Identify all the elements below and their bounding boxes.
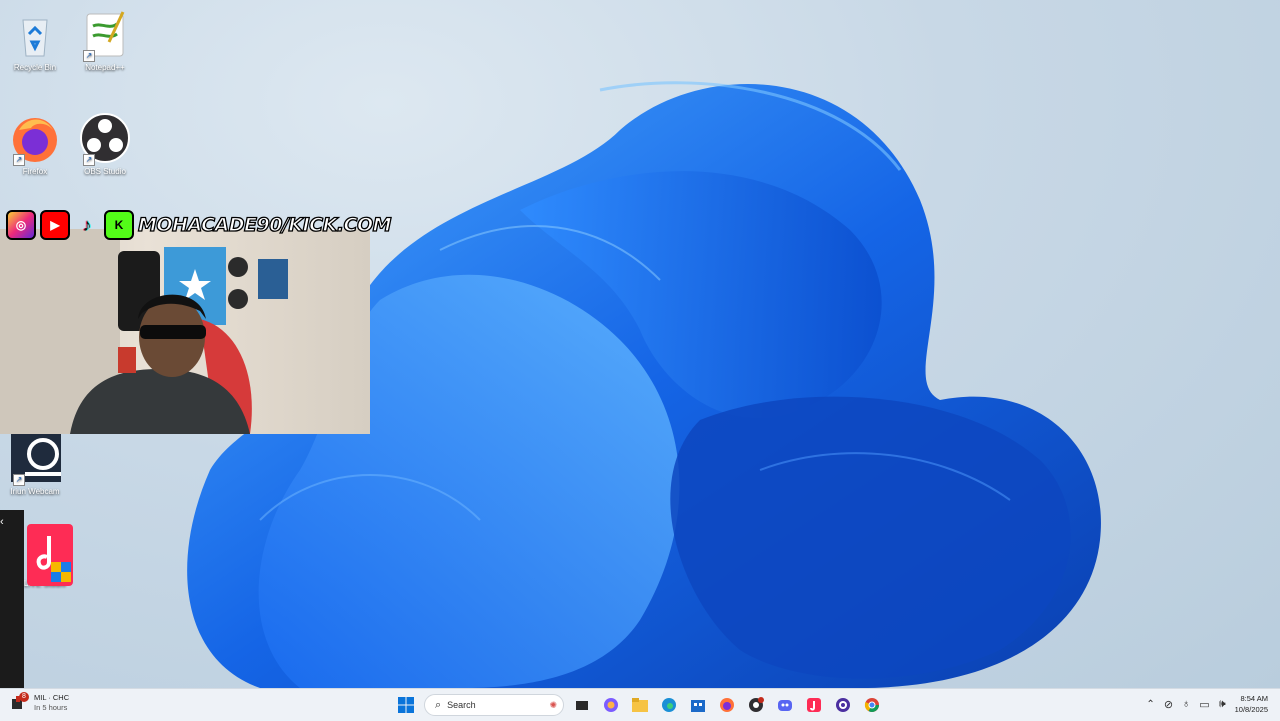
webcam-feed [0, 229, 370, 434]
clock-time: 8:54 AM [1240, 694, 1268, 703]
taskbar-search[interactable]: ⌕ Search ✺ [424, 694, 564, 716]
desktop-icon-label: Firefox [22, 167, 48, 176]
desktop-icon-firefox[interactable]: ↗ Firefox [0, 112, 70, 176]
search-icon: ⌕ [435, 698, 442, 711]
notification-badge: 8 [19, 692, 29, 702]
obs-taskbar-icon-2[interactable] [832, 694, 854, 716]
desktop-icon-notepad-plus-plus[interactable]: ↗ Notepad++ [70, 8, 140, 72]
clock[interactable]: 8:54 AM 10/8/2025 [1235, 693, 1268, 715]
task-view-icon[interactable] [571, 694, 593, 716]
desktop-icon-recycle-bin[interactable]: Recycle Bin [0, 8, 70, 72]
file-explorer-icon[interactable] [629, 694, 651, 716]
edge-icon[interactable] [658, 694, 680, 716]
collapsed-side-panel[interactable]: ‹ [0, 510, 24, 688]
windows-start-icon[interactable] [395, 694, 417, 716]
shortcut-arrow-icon: ↗ [13, 154, 25, 166]
weather-subtext: In 5 hours [34, 703, 68, 712]
social-banner: ◎ ▶ ♪ K MOHACADE90/KICK.COM [6, 210, 392, 240]
weather-widget[interactable]: 8 MIL · CHC In 5 hours [10, 692, 70, 713]
stream-handle: MOHACADE90/KICK.COM [137, 213, 392, 236]
firefox-taskbar-icon[interactable] [716, 694, 738, 716]
desktop-icon-iriun-webcam[interactable]: ↗ Iriun Webcam [0, 432, 75, 496]
search-highlight-icon: ✺ [549, 699, 557, 710]
shortcut-arrow-icon: ↗ [13, 474, 25, 486]
discord-icon[interactable] [774, 694, 796, 716]
microphone-icon[interactable]: ♁ [1182, 698, 1190, 710]
weather-icon: 8 [10, 692, 29, 712]
desktop-icon-obs-studio[interactable]: ↗ OBS Studio [70, 112, 140, 176]
tiktok-live-studio-taskbar-icon[interactable] [803, 694, 825, 716]
desktop-icon-label: Recycle Bin [13, 63, 57, 72]
chevron-up-icon[interactable]: ⌃ [1146, 699, 1154, 710]
shortcut-arrow-icon: ↗ [83, 154, 95, 166]
webcam-image [0, 229, 288, 434]
webcam-overlay: ◎ ▶ ♪ K MOHACADE90/KICK.COM [0, 207, 392, 434]
desktop-icon-label: OBS Studio [84, 167, 126, 176]
tiktok-icon: ♪ [82, 214, 92, 235]
search-placeholder: Search [447, 700, 476, 710]
display-icon[interactable]: ▭ [1199, 698, 1209, 711]
desktop-icon-label: Notepad++ [85, 63, 125, 72]
instagram-icon: ◎ [6, 210, 36, 240]
taskbar: 8 MIL · CHC In 5 hours ⌕ Search ✺ ⌃ ⊘ ♁ … [0, 688, 1280, 721]
recycle-bin-icon [22, 19, 48, 57]
taskbar-center: ⌕ Search ✺ [395, 694, 883, 716]
shortcut-arrow-icon: ↗ [83, 50, 95, 62]
microsoft-store-icon[interactable] [687, 694, 709, 716]
weather-headline: MIL · CHC [34, 693, 70, 702]
system-tray: ⌃ ⊘ ♁ ▭ 🕪 8:54 AM 10/8/2025 [1146, 693, 1268, 715]
copilot-icon[interactable] [600, 694, 622, 716]
network-icon[interactable]: ⊘ [1164, 698, 1173, 711]
desktop-icon-label: Iriun Webcam [10, 487, 60, 496]
obs-studio-taskbar-icon[interactable] [745, 694, 767, 716]
youtube-icon: ▶ [40, 210, 70, 240]
clock-date: 10/8/2025 [1234, 705, 1268, 714]
chrome-icon[interactable] [861, 694, 883, 716]
volume-icon[interactable]: 🕪 [1219, 698, 1226, 711]
kick-icon: K [104, 210, 134, 240]
tiktok-live-studio-icon [27, 524, 73, 586]
chevron-left-icon[interactable]: ‹ [0, 516, 4, 528]
